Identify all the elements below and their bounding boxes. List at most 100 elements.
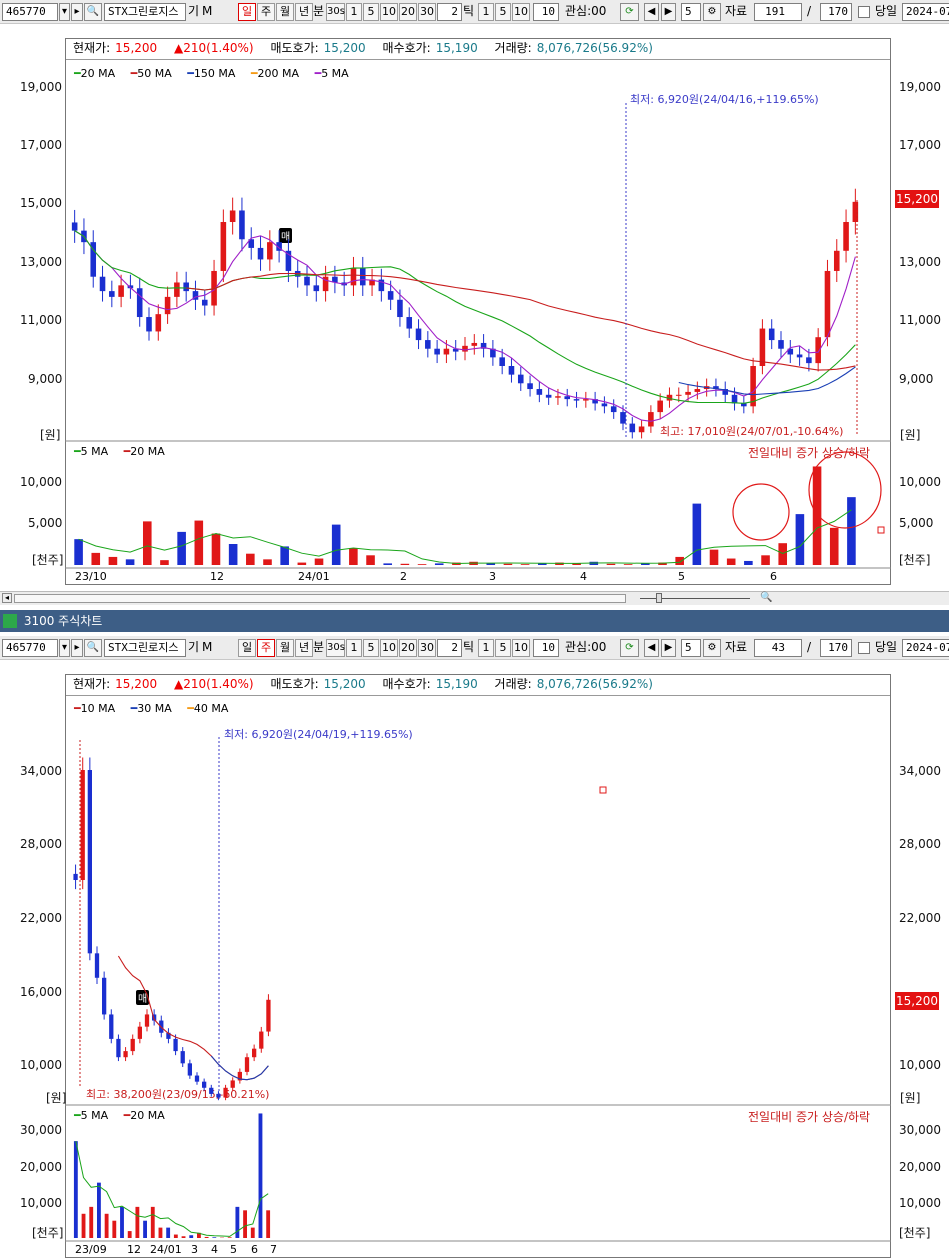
daily-volume-bar: [177, 531, 186, 565]
weekly-volume-bar: [97, 1182, 101, 1238]
weekly-candle: [194, 1075, 200, 1082]
weekly-volume-bar: [227, 1237, 232, 1238]
daily-volume-bar: [744, 560, 753, 565]
weekly-candle: [259, 1031, 264, 1049]
daily-ma20-line: [74, 230, 856, 404]
daily-volume-bar: [142, 521, 152, 565]
daily-candle: [536, 389, 543, 395]
weekly-candle: [244, 1057, 250, 1072]
daily-candle: [146, 317, 152, 332]
daily-candle: [71, 222, 78, 231]
daily-candle: [99, 276, 106, 292]
weekly-volume-bar: [173, 1234, 178, 1238]
weekly-candle: [73, 873, 78, 880]
weekly-candle: [130, 1038, 135, 1052]
weekly-candle: [80, 770, 85, 880]
daily-volume-bar: [709, 549, 719, 565]
daily-volume-bar: [125, 559, 135, 565]
daily-candle: [220, 222, 227, 271]
weekly-volume-bar: [104, 1213, 109, 1238]
daily-volume-bar: [108, 556, 118, 565]
weekly-candle: [137, 1026, 142, 1039]
daily-volume-bar: [726, 558, 736, 565]
daily-volume-bar: [331, 524, 341, 565]
daily-candle: [694, 389, 701, 392]
weekly-volume-bar: [89, 1206, 94, 1238]
daily-volume-bar: [366, 555, 375, 565]
daily-candle: [601, 403, 608, 407]
daily-volume-bar: [383, 563, 393, 565]
daily-candle: [806, 357, 812, 364]
weekly-candle: [123, 1051, 128, 1058]
daily-volume-bar: [246, 553, 255, 565]
daily-volume-bar: [606, 563, 616, 565]
daily-candle: [304, 276, 310, 286]
weekly-candle: [252, 1048, 257, 1058]
marker-square: [877, 526, 885, 534]
volume-highlight-circle: [732, 483, 790, 541]
daily-candle: [583, 399, 589, 401]
weekly-volume-bar: [266, 1210, 271, 1238]
daily-candle: [778, 340, 784, 349]
weekly-volume-bar: [250, 1227, 255, 1238]
daily-candle: [387, 291, 394, 300]
weekly-candle: [102, 977, 107, 1015]
daily-candle: [443, 348, 450, 355]
weekly-candle: [266, 999, 271, 1032]
daily-candle: [657, 400, 663, 413]
weekly-volume-bar: [158, 1227, 163, 1238]
daily-candle: [648, 412, 654, 427]
weekly-candle: [144, 1014, 150, 1027]
daily-volume-bar: [847, 497, 856, 565]
daily-ma150-line: [678, 366, 856, 396]
daily-candle: [675, 394, 682, 396]
daily-candle: [685, 391, 691, 395]
daily-candle: [731, 394, 738, 404]
daily-candle: [629, 423, 636, 433]
daily-candle: [620, 412, 626, 424]
daily-volume-bar: [812, 466, 822, 565]
daily-volume-bar: [400, 563, 410, 565]
daily-candle: [183, 282, 189, 292]
weekly-volume-bar: [81, 1213, 86, 1238]
weekly-volume-bar: [181, 1236, 186, 1238]
weekly-volume-ma5: [75, 1140, 269, 1237]
daily-candle: [201, 299, 208, 306]
weekly-volume-bar: [127, 1231, 132, 1238]
weekly-candle: [202, 1081, 207, 1088]
weekly-candle: [223, 1087, 228, 1098]
daily-candle: [833, 250, 840, 271]
weekly-volume-bar: [112, 1220, 117, 1238]
daily-volume-bar: [280, 546, 289, 565]
daily-volume-bar: [211, 533, 221, 565]
weekly-volume-bar: [235, 1206, 240, 1238]
daily-volume-bar: [486, 563, 496, 565]
daily-candle: [824, 270, 831, 338]
daily-volume-bar: [74, 539, 83, 565]
weekly-candle: [116, 1038, 121, 1058]
daily-volume-bar: [829, 527, 839, 565]
daily-candle: [415, 328, 422, 341]
weekly-volume-bar: [135, 1206, 140, 1238]
daily-candle: [109, 291, 115, 297]
daily-volume-bar: [297, 562, 307, 565]
daily-candle: [164, 296, 171, 315]
daily-candle: [796, 354, 803, 358]
daily-candle: [471, 342, 478, 346]
daily-candle: [229, 210, 236, 222]
daily-candle: [397, 299, 403, 318]
daily-volume-bar: [778, 543, 788, 565]
daily-volume-bar: [228, 544, 238, 565]
weekly-candle: [230, 1080, 235, 1088]
daily-volume-bar: [417, 564, 427, 565]
daily-candle: [350, 268, 357, 286]
daily-candle: [155, 314, 162, 332]
daily-candle: [564, 396, 571, 400]
daily-candle: [815, 337, 821, 364]
daily-candle: [174, 282, 180, 297]
daily-volume-bar: [160, 560, 169, 565]
daily-candle: [118, 285, 124, 297]
daily-candle: [843, 222, 849, 251]
daily-candle: [741, 403, 747, 407]
weekly-volume-bar: [258, 1113, 263, 1238]
